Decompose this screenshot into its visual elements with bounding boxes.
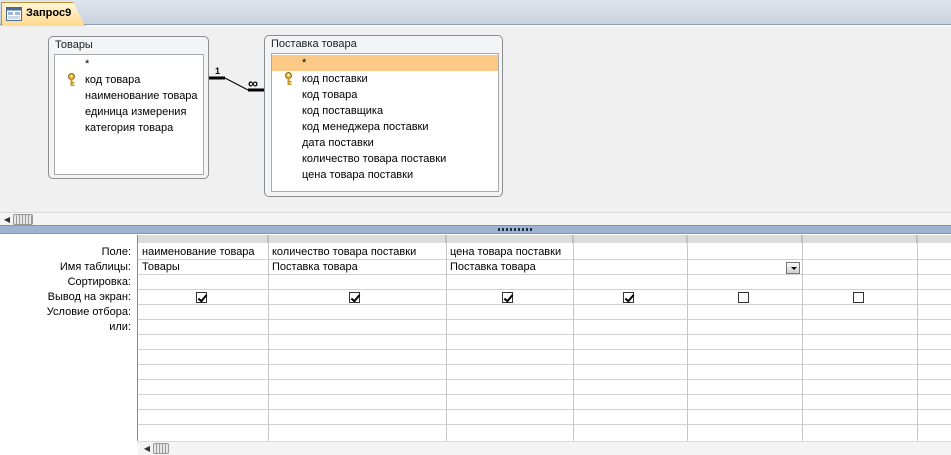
show-checkbox[interactable] bbox=[853, 292, 864, 303]
field-list-postavka-tovara[interactable]: Поставка товара * код поставки код товар… bbox=[264, 35, 503, 197]
tab-title: Запрос9 bbox=[26, 7, 72, 19]
field-item-edinica-izmereniya[interactable]: единица измерения bbox=[55, 104, 203, 120]
query-grid-pane: Поле: Имя таблицы: Сортировка: Вывод на … bbox=[0, 235, 951, 455]
column-selector[interactable] bbox=[138, 235, 268, 243]
scroll-thumb[interactable] bbox=[153, 443, 169, 454]
row-label-table: Имя таблицы: bbox=[59, 261, 131, 273]
grid-cell-table[interactable]: Поставка товара bbox=[268, 260, 446, 275]
field-list-body: * код товара наименование товара единица… bbox=[54, 54, 204, 175]
design-grid[interactable]: наименование товара Товары количество то… bbox=[137, 235, 951, 441]
design-pane-hscrollbar[interactable]: ◀ bbox=[0, 212, 951, 225]
field-item-data-postavki[interactable]: дата поставки bbox=[272, 135, 498, 151]
field-item-kategoriya-tovara[interactable]: категория товара bbox=[55, 120, 203, 136]
column-selector[interactable] bbox=[917, 235, 951, 243]
primary-key-icon bbox=[285, 72, 292, 85]
column-selector[interactable] bbox=[687, 235, 802, 243]
pane-splitter[interactable] bbox=[0, 225, 951, 234]
field-item-kod-tovara[interactable]: код товара bbox=[272, 87, 498, 103]
grid-row-labels: Поле: Имя таблицы: Сортировка: Вывод на … bbox=[0, 235, 137, 455]
document-tab-bar: Запрос9 bbox=[0, 0, 951, 26]
show-checkbox[interactable] bbox=[738, 292, 749, 303]
column-selector[interactable] bbox=[268, 235, 446, 243]
scroll-thumb[interactable] bbox=[13, 214, 33, 225]
field-item-kod-postavki[interactable]: код поставки bbox=[272, 71, 498, 87]
row-label-field: Поле: bbox=[101, 246, 131, 258]
grid-cell-table[interactable]: Поставка товара bbox=[446, 260, 573, 275]
scroll-left-icon[interactable]: ◀ bbox=[1, 214, 13, 225]
field-list-body: * код поставки код товара код поставщика… bbox=[271, 53, 499, 192]
grid-cell-table[interactable]: Товары bbox=[138, 260, 268, 275]
grid-cell-field[interactable]: наименование товара bbox=[138, 245, 268, 260]
primary-key-icon bbox=[68, 73, 75, 86]
relationship-many-label: ∞ bbox=[248, 75, 258, 91]
column-selector[interactable] bbox=[802, 235, 917, 243]
query-design-pane[interactable]: 1 ∞ Товары * код товара наименование тов… bbox=[0, 26, 951, 212]
column-selector[interactable] bbox=[573, 235, 687, 243]
row-label-sort: Сортировка: bbox=[67, 276, 131, 288]
grid-cell-field[interactable]: цена товара поставки bbox=[446, 245, 573, 260]
show-checkbox[interactable] bbox=[502, 292, 513, 303]
column-selector[interactable] bbox=[446, 235, 573, 243]
show-checkbox[interactable] bbox=[623, 292, 634, 303]
show-checkbox[interactable] bbox=[196, 292, 207, 303]
relationship-one-label: 1 bbox=[215, 66, 221, 76]
row-label-or: или: bbox=[109, 321, 131, 333]
scroll-left-icon[interactable]: ◀ bbox=[141, 443, 153, 454]
grid-hscrollbar[interactable]: ◀ bbox=[138, 441, 951, 455]
row-label-criteria: Условие отбора: bbox=[46, 306, 131, 318]
splitter-grip-icon[interactable] bbox=[498, 228, 534, 231]
table-dropdown-button[interactable] bbox=[786, 262, 800, 274]
row-label-show: Вывод на экран: bbox=[47, 291, 131, 303]
field-item-kod-tovara[interactable]: код товара bbox=[55, 72, 203, 88]
field-item-all[interactable]: * bbox=[55, 56, 203, 72]
field-list-tovary[interactable]: Товары * код товара наименование товара … bbox=[48, 36, 209, 179]
show-checkbox[interactable] bbox=[349, 292, 360, 303]
query-icon bbox=[6, 7, 22, 21]
query-tab[interactable]: Запрос9 bbox=[1, 2, 85, 26]
field-item-cena-tovara-postavki[interactable]: цена товара поставки bbox=[272, 167, 498, 183]
field-item-all[interactable]: * bbox=[272, 55, 498, 71]
field-item-kod-menedzhera-postavki[interactable]: код менеджера поставки bbox=[272, 119, 498, 135]
field-list-title: Товары bbox=[55, 39, 93, 51]
grid-cell-field[interactable]: количество товара поставки bbox=[268, 245, 446, 260]
field-item-kolichestvo-tovara-postavki[interactable]: количество товара поставки bbox=[272, 151, 498, 167]
field-item-naimenovanie-tovara[interactable]: наименование товара bbox=[55, 88, 203, 104]
field-list-title: Поставка товара bbox=[271, 38, 357, 50]
field-item-kod-postavshchika[interactable]: код поставщика bbox=[272, 103, 498, 119]
